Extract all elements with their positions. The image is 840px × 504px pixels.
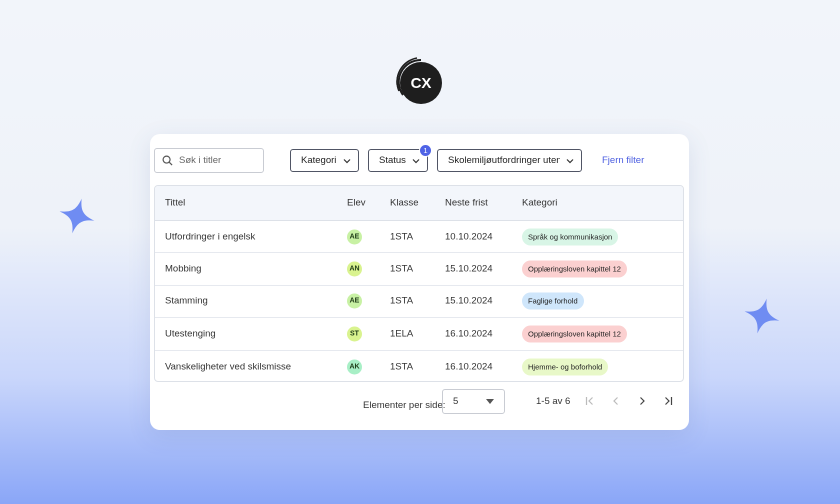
column-header-neste-frist[interactable]: Neste frist bbox=[445, 198, 488, 209]
cx-logo: CX bbox=[396, 57, 442, 104]
previous-page-button[interactable] bbox=[609, 394, 623, 408]
table-header: Tittel Elev Klasse Neste frist Kategori bbox=[155, 186, 683, 221]
filter-label: Skolemiljøutfordringer uten... bbox=[448, 155, 560, 166]
filter-toolbar: Kategori Status 1 Skolemiljøutfordringer… bbox=[150, 134, 689, 186]
chevron-down-icon bbox=[412, 158, 420, 163]
cases-table: Tittel Elev Klasse Neste frist Kategori … bbox=[154, 185, 684, 382]
student-avatar: ST bbox=[347, 326, 362, 342]
table-row[interactable]: Vanskeligheter ved skilsmisse AK 1STA 16… bbox=[155, 351, 683, 381]
row-deadline: 16.10.2024 bbox=[445, 328, 493, 340]
filter-kategori-dropdown[interactable]: Kategori bbox=[290, 149, 359, 172]
row-title: Stamming bbox=[165, 295, 208, 307]
student-avatar: AN bbox=[347, 261, 362, 277]
star-icon bbox=[59, 198, 95, 234]
clear-filters-link[interactable]: Fjern filter bbox=[602, 155, 644, 166]
page-range-text: 1-5 av 6 bbox=[536, 396, 571, 407]
row-title: Utfordringer i engelsk bbox=[165, 231, 256, 243]
chevron-down-icon bbox=[343, 158, 351, 163]
row-deadline: 15.10.2024 bbox=[445, 295, 493, 307]
next-page-button[interactable] bbox=[635, 394, 649, 408]
chevron-down-icon bbox=[566, 158, 574, 163]
first-page-button[interactable] bbox=[583, 394, 597, 408]
filter-label: Status bbox=[379, 155, 406, 166]
column-header-elev[interactable]: Elev bbox=[347, 198, 365, 209]
column-header-kategori[interactable]: Kategori bbox=[522, 198, 557, 209]
row-klasse: 1ELA bbox=[390, 328, 414, 340]
row-deadline: 16.10.2024 bbox=[445, 361, 493, 373]
last-page-icon bbox=[665, 397, 673, 405]
column-header-klasse[interactable]: Klasse bbox=[390, 198, 419, 209]
column-header-tittel[interactable]: Tittel bbox=[165, 198, 185, 209]
logo-text: CX bbox=[411, 75, 432, 92]
student-avatar: AE bbox=[347, 293, 362, 309]
items-per-page-select[interactable]: 5 bbox=[442, 389, 505, 414]
last-page-button[interactable] bbox=[661, 394, 675, 408]
search-icon bbox=[162, 155, 173, 166]
case-list-card: Kategori Status 1 Skolemiljøutfordringer… bbox=[150, 134, 689, 430]
student-avatar: AE bbox=[347, 229, 362, 245]
row-title: Mobbing bbox=[165, 263, 202, 275]
filter-label: Kategori bbox=[301, 155, 337, 166]
row-title: Vanskeligheter ved skilsmisse bbox=[165, 361, 292, 373]
category-tag: Opplæringsloven kapittel 12 bbox=[522, 260, 627, 278]
table-row[interactable]: Utfordringer i engelsk AE 1STA 10.10.202… bbox=[155, 221, 683, 254]
row-deadline: 10.10.2024 bbox=[445, 231, 493, 243]
table-row[interactable]: Mobbing AN 1STA 15.10.2024 Opplæringslov… bbox=[155, 253, 683, 286]
star-icon bbox=[744, 298, 780, 334]
chevron-left-icon bbox=[613, 397, 618, 405]
category-tag: Hjemme- og boforhold bbox=[522, 358, 609, 376]
row-klasse: 1STA bbox=[390, 231, 414, 243]
student-avatar: AK bbox=[347, 359, 362, 375]
search-box[interactable] bbox=[154, 148, 264, 173]
row-klasse: 1STA bbox=[390, 295, 414, 307]
row-klasse: 1STA bbox=[390, 263, 414, 275]
items-per-page-value: 5 bbox=[453, 396, 459, 407]
items-per-page-label: Elementer per side: bbox=[363, 400, 446, 411]
category-tag: Faglige forhold bbox=[522, 292, 584, 310]
caret-down-icon bbox=[486, 399, 494, 404]
table-row[interactable]: Stamming AE 1STA 15.10.2024 Faglige forh… bbox=[155, 286, 683, 319]
category-tag: Språk og kommunikasjon bbox=[522, 228, 619, 246]
row-title: Utestenging bbox=[165, 328, 216, 340]
status-filter-count-badge: 1 bbox=[419, 144, 432, 157]
search-input[interactable] bbox=[179, 155, 259, 166]
pagination-bar: Elementer per side: 5 1-5 av 6 bbox=[150, 384, 689, 430]
row-klasse: 1STA bbox=[390, 361, 414, 373]
chevron-right-icon bbox=[640, 397, 645, 405]
table-row[interactable]: Utestenging ST 1ELA 16.10.2024 Opplæring… bbox=[155, 318, 683, 351]
row-deadline: 15.10.2024 bbox=[445, 263, 493, 275]
category-tag: Opplæringsloven kapittel 12 bbox=[522, 325, 627, 343]
filter-skolemiljo-dropdown[interactable]: Skolemiljøutfordringer uten... bbox=[437, 149, 582, 172]
first-page-icon bbox=[585, 397, 593, 405]
